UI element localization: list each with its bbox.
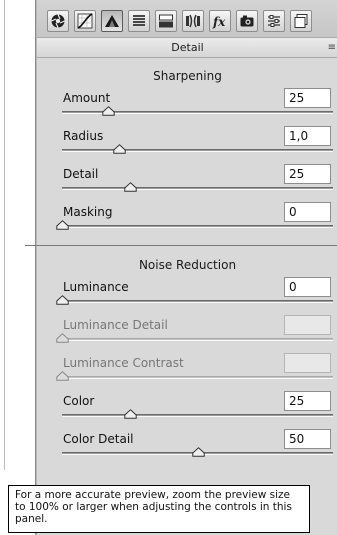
color-value-field[interactable]: 25 <box>284 391 331 411</box>
masking-label: Masking <box>63 205 113 219</box>
noise-reduction-section-title: Noise Reduction <box>138 258 237 272</box>
luminance-value-field[interactable]: 0 <box>284 277 331 297</box>
amount-label: Amount <box>63 91 111 105</box>
masking-slider-track[interactable] <box>62 225 333 228</box>
hsl-grayscale-icon[interactable] <box>128 10 150 32</box>
hint-tooltip-text: For a more accurate preview, zoom the pr… <box>15 489 292 525</box>
basic-aperture-icon[interactable] <box>47 10 69 32</box>
radius-value-field[interactable]: 1,0 <box>284 126 331 146</box>
luminance-slider-track[interactable] <box>62 300 333 303</box>
detail-slider-thumb[interactable] <box>124 182 137 192</box>
tone-curve-icon[interactable] <box>74 10 96 32</box>
fx-effects-icon[interactable]: fx <box>209 10 231 32</box>
luminance-contrast-slider-thumb <box>56 371 69 381</box>
presets-icon[interactable] <box>263 10 285 32</box>
luminance-detail-slider-thumb <box>56 333 69 343</box>
luminance-slider-thumb[interactable] <box>56 295 69 305</box>
detail-panel-window: fx Detail ≡ Sharpening Amount 25 Radius 1,0… <box>0 0 337 535</box>
color-detail-slider-thumb[interactable] <box>191 447 205 457</box>
detail-slider-track[interactable] <box>62 187 333 190</box>
detail-label: Detail <box>63 167 99 181</box>
lens-corrections-icon[interactable] <box>182 10 204 32</box>
detail-triangle-icon[interactable] <box>101 10 123 32</box>
camera-calibration-icon[interactable] <box>236 10 258 32</box>
amount-slider-thumb[interactable] <box>102 106 115 116</box>
radius-label: Radius <box>63 129 104 143</box>
luminance-detail-label: Luminance Detail <box>63 318 168 332</box>
panel-title: Detail <box>171 41 204 54</box>
luminance-contrast-label: Luminance Contrast <box>63 356 184 370</box>
hint-tooltip: For a more accurate preview, zoom the pr… <box>8 485 310 533</box>
color-detail-value-field[interactable]: 50 <box>284 429 331 449</box>
section-divider <box>25 245 337 246</box>
sharpening-section-title: Sharpening <box>153 69 222 83</box>
luminance-contrast-value-field <box>284 353 331 373</box>
color-detail-label: Color Detail <box>63 432 134 446</box>
detail-value-field[interactable]: 25 <box>284 164 331 184</box>
color-slider-track[interactable] <box>62 414 333 417</box>
masking-slider-thumb[interactable] <box>56 220 69 230</box>
radius-slider-track[interactable] <box>62 149 333 152</box>
luminance-label: Luminance <box>63 280 129 294</box>
snapshots-icon[interactable] <box>290 10 312 32</box>
split-toning-icon[interactable] <box>155 10 177 32</box>
left-edge-strip <box>0 0 36 535</box>
luminance-detail-slider-track <box>62 338 333 341</box>
detail-panel: fx Detail ≡ Sharpening Amount 25 Radius 1,0… <box>25 0 337 535</box>
color-slider-thumb[interactable] <box>124 409 137 419</box>
luminance-detail-value-field <box>284 315 331 335</box>
panel-menu-icon[interactable]: ≡ <box>328 38 336 58</box>
panel-title-bar: Detail ≡ <box>37 38 337 58</box>
color-label: Color <box>63 394 95 408</box>
amount-value-field[interactable]: 25 <box>284 88 331 108</box>
luminance-contrast-slider-track <box>62 376 333 379</box>
panel-tabs-toolbar: fx <box>37 0 337 38</box>
radius-slider-thumb[interactable] <box>113 144 126 154</box>
svg-text:fx: fx <box>212 15 226 29</box>
masking-value-field[interactable]: 0 <box>284 202 331 222</box>
